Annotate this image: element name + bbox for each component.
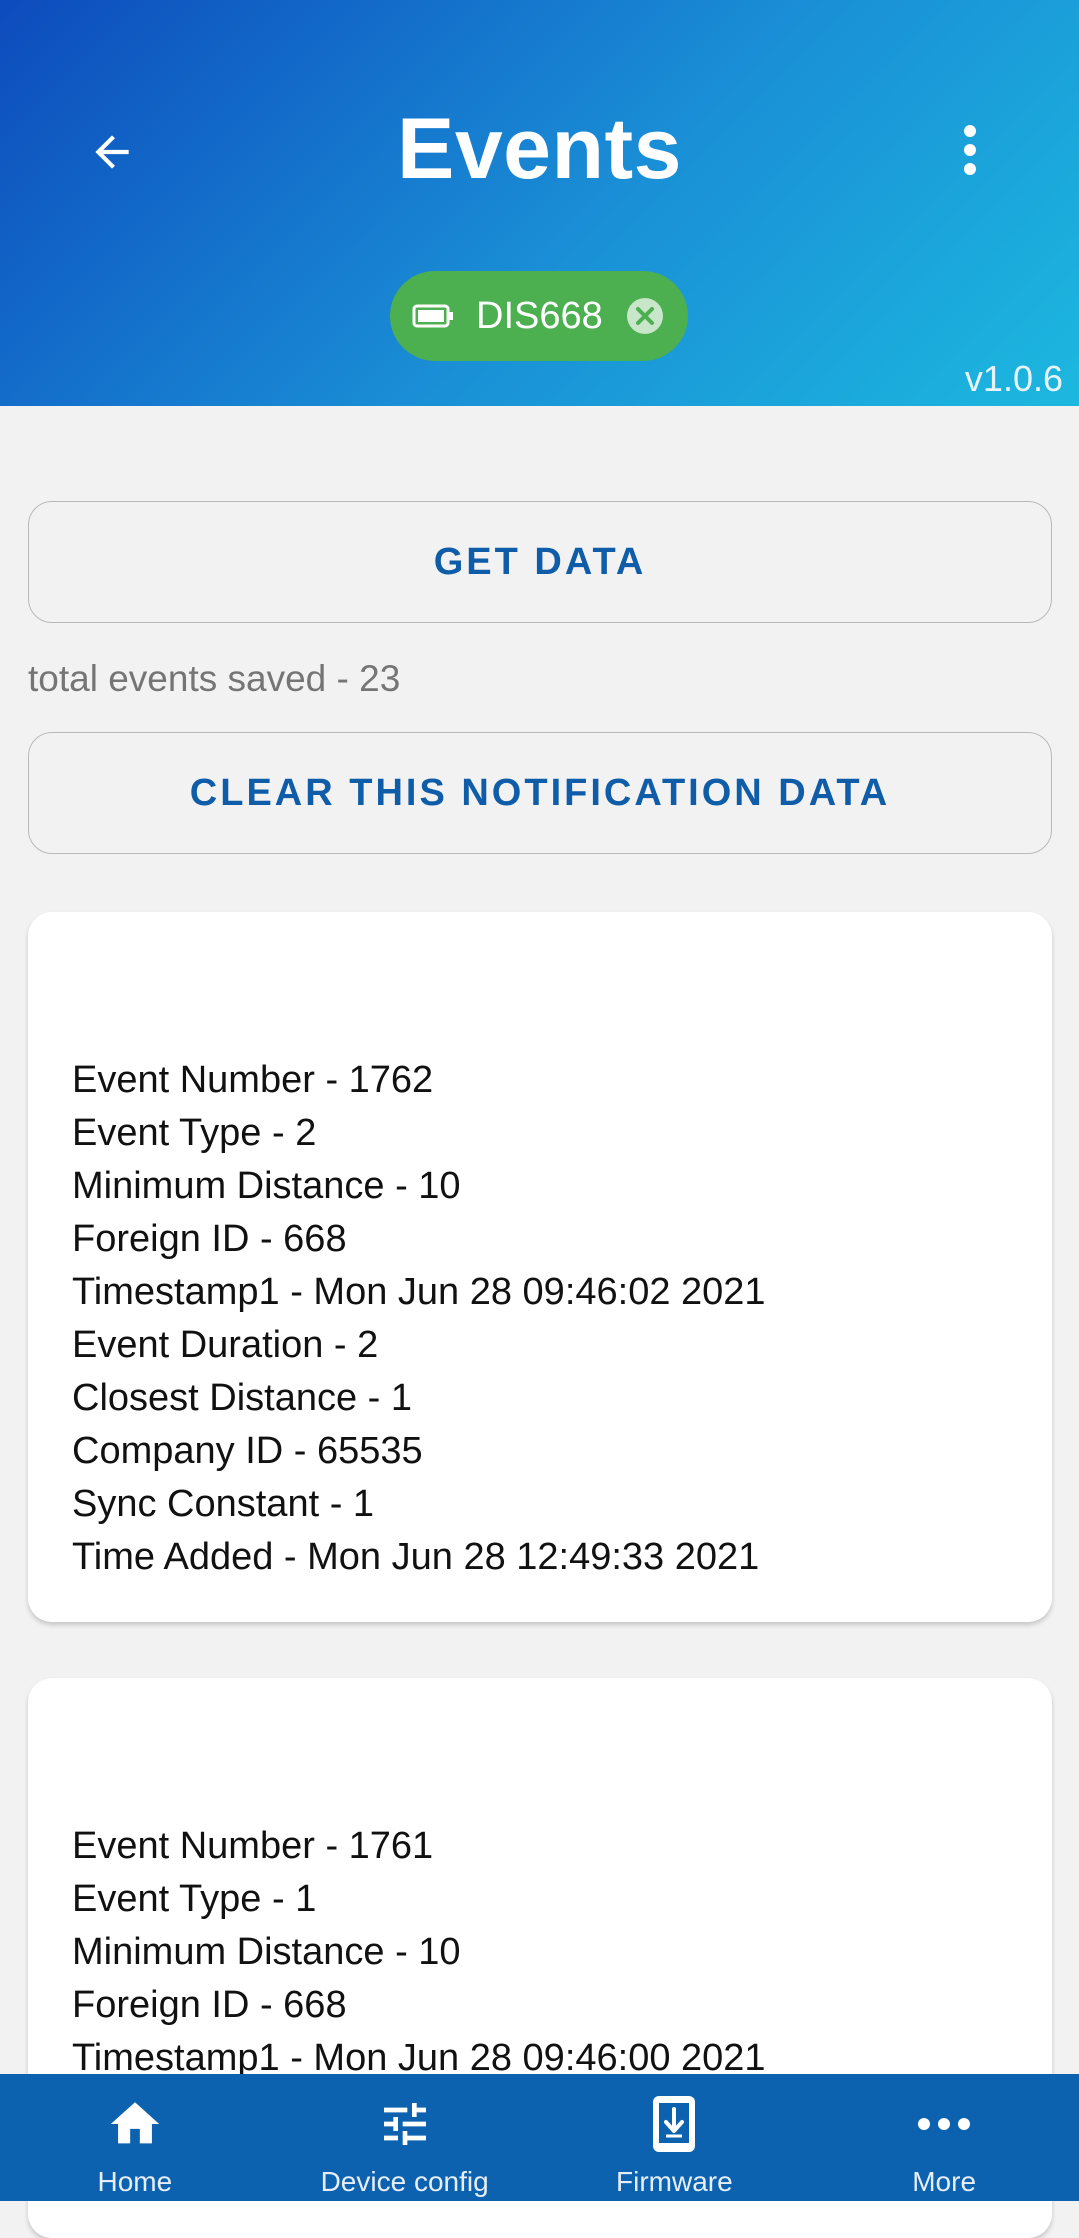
page-title: Events — [396, 101, 683, 197]
foreign-id: Foreign ID - 668 — [72, 1218, 347, 1260]
clear-notification-data-button[interactable]: CLEAR THIS NOTIFICATION DATA — [28, 732, 1052, 854]
battery-icon — [412, 302, 458, 330]
device-chip[interactable]: DIS668 — [390, 271, 688, 361]
company-id: Company ID - 65535 — [72, 1430, 423, 1472]
foreign-id: Foreign ID - 668 — [72, 1984, 347, 2026]
sliders-icon — [270, 2092, 540, 2156]
app-header: Events DIS668 v1.0.6 — [0, 0, 1079, 406]
closest-distance: Closest Distance - 1 — [72, 1377, 413, 1419]
event-duration: Event Duration - 2 — [72, 1324, 379, 1366]
nav-item-home[interactable]: Home — [0, 2074, 270, 2201]
minimum-distance: Minimum Distance - 10 — [72, 1165, 461, 1207]
total-events-text: total events saved - 23 — [28, 658, 401, 699]
bottom-navigation: Home Device config Firmware More — [0, 2074, 1079, 2201]
overflow-menu-button[interactable] — [940, 110, 1000, 190]
phone-download-icon — [540, 2092, 810, 2156]
timestamp1: Timestamp1 - Mon Jun 28 09:46:02 2021 — [72, 1271, 766, 1313]
nav-item-firmware[interactable]: Firmware — [540, 2074, 810, 2201]
nav-item-device-config[interactable]: Device config — [270, 2074, 540, 2201]
more-horizontal-icon — [809, 2092, 1079, 2156]
event-card: Event Number - 1762 Event Type - 2 Minim… — [28, 912, 1052, 1622]
home-icon — [0, 2092, 270, 2156]
time-added: Time Added - Mon Jun 28 12:49:33 2021 — [72, 1536, 760, 1578]
event-type: Event Type - 1 — [72, 1878, 317, 1920]
get-data-button[interactable]: GET DATA — [28, 501, 1052, 623]
sync-constant: Sync Constant - 1 — [72, 1483, 375, 1525]
version-label: v1.0.6 — [964, 358, 1063, 399]
more-vertical-icon — [964, 125, 976, 175]
event-type: Event Type - 2 — [72, 1112, 317, 1154]
nav-label: More — [912, 2166, 977, 2197]
nav-label: Firmware — [616, 2166, 733, 2197]
nav-label: Device config — [320, 2166, 489, 2197]
event-number: Event Number - 1761 — [72, 1825, 434, 1867]
minimum-distance: Minimum Distance - 10 — [72, 1931, 461, 1973]
close-icon[interactable] — [625, 296, 665, 336]
nav-item-more[interactable]: More — [809, 2074, 1079, 2201]
nav-label: Home — [97, 2166, 173, 2197]
device-chip-label: DIS668 — [476, 294, 603, 337]
event-number: Event Number - 1762 — [72, 1059, 434, 1101]
